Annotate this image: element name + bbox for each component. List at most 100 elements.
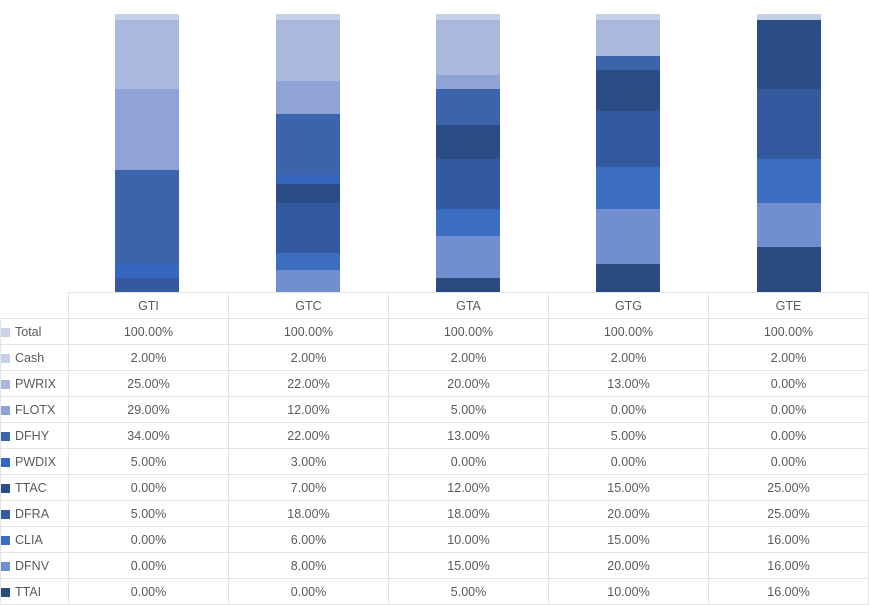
table-cell-ttac-gtg: 15.00% — [548, 474, 709, 501]
bar-slot-gtc — [227, 0, 387, 292]
legend-label: DFHY — [15, 428, 50, 443]
bar-segment-ttac — [756, 19, 821, 90]
table-cell-dfhy-gtc: 22.00% — [228, 422, 389, 449]
table-cell-ttai-gti: 0.00% — [68, 578, 229, 605]
table-cell-pwrix-gta: 20.00% — [388, 370, 549, 397]
table-column-header-gte: GTE — [708, 292, 869, 319]
bar-segment-dfnv — [275, 269, 340, 292]
legend-label: TTAC — [15, 480, 47, 495]
bar-gta[interactable] — [436, 14, 501, 292]
legend-cell-flotx: FLOTX — [0, 396, 69, 423]
table-row: DFNV 0.00% 8.00% 15.00% 20.00% 16.00% — [0, 552, 869, 579]
bar-segment-dfra — [436, 158, 501, 209]
table-cell-dfra-gti: 5.00% — [68, 500, 229, 527]
table-cell-dfnv-gtc: 8.00% — [228, 552, 389, 579]
table-cell-ttac-gti: 0.00% — [68, 474, 229, 501]
table-cell-dfhy-gtg: 5.00% — [548, 422, 709, 449]
table-cell-pwrix-gte: 0.00% — [708, 370, 869, 397]
table-row: FLOTX 29.00% 12.00% 5.00% 0.00% 0.00% — [0, 396, 869, 423]
legend-swatch-icon — [1, 431, 10, 441]
legend-cell-pwrix: PWRIX — [0, 370, 69, 397]
bar-segment-ttac — [596, 69, 661, 112]
table-cell-dfnv-gta: 15.00% — [388, 552, 549, 579]
legend-swatch-icon — [1, 561, 10, 571]
bar-segment-dfnv — [756, 203, 821, 248]
table-column-header-gta: GTA — [388, 292, 549, 319]
legend-cell-ttac: TTAC — [0, 474, 69, 501]
table-cell-pwdix-gti: 5.00% — [68, 448, 229, 475]
legend-cell-total: Total — [0, 318, 69, 345]
bar-segment-dfnv — [436, 236, 501, 279]
table-cell-ttac-gtc: 7.00% — [228, 474, 389, 501]
table-cell-dfra-gtg: 20.00% — [548, 500, 709, 527]
table-row: Cash 2.00% 2.00% 2.00% 2.00% 2.00% — [0, 344, 869, 371]
bar-segment-ttai — [596, 264, 661, 292]
table-cell-clia-gtg: 15.00% — [548, 526, 709, 553]
bar-gtg[interactable] — [596, 14, 661, 292]
bar-gte[interactable] — [756, 14, 821, 292]
table-row: CLIA 0.00% 6.00% 10.00% 15.00% 16.00% — [0, 526, 869, 553]
table-cell-cash-gtg: 2.00% — [548, 344, 709, 371]
legend-cell-dfnv: DFNV — [0, 552, 69, 579]
table-cell-dfra-gte: 25.00% — [708, 500, 869, 527]
table-corner-cell — [1, 293, 69, 319]
table-cell-total-gti: 100.00% — [68, 318, 229, 345]
legend-label: FLOTX — [15, 402, 56, 417]
bar-segment-pwdix — [275, 175, 340, 184]
legend-cell-dfhy: DFHY — [0, 422, 69, 449]
table-cell-pwdix-gta: 0.00% — [388, 448, 549, 475]
legend-swatch-icon — [1, 353, 10, 363]
legend-label: PWRIX — [15, 376, 56, 391]
table-cell-dfhy-gte: 0.00% — [708, 422, 869, 449]
table-row: Total 100.00% 100.00% 100.00% 100.00% 100.00% — [0, 318, 869, 345]
legend-swatch-icon — [1, 587, 10, 597]
legend-swatch-icon — [1, 457, 10, 467]
bar-segment-flotx — [275, 80, 340, 115]
table-cell-dfnv-gtg: 20.00% — [548, 552, 709, 579]
bar-slot-gta — [388, 0, 548, 292]
bar-segment-dfra — [756, 89, 821, 159]
table-cell-flotx-gtg: 0.00% — [548, 396, 709, 423]
bar-segment-flotx — [115, 89, 180, 170]
chart-with-data-table: GTI GTC GTA GTG GTE Total 100.00% 100.00% 100.0… — [0, 0, 869, 605]
table-row: DFHY 34.00% 22.00% 13.00% 5.00% 0.00% — [0, 422, 869, 449]
table-row: PWRIX 25.00% 22.00% 20.00% 13.00% 0.00% — [0, 370, 869, 397]
table-cell-pwrix-gti: 25.00% — [68, 370, 229, 397]
table-column-header-gtc: GTC — [228, 292, 389, 319]
table-header-row: GTI GTC GTA GTG GTE — [1, 292, 869, 319]
table-cell-dfra-gtc: 18.00% — [228, 500, 389, 527]
table-column-header-gti: GTI — [68, 292, 229, 319]
table-cell-total-gtc: 100.00% — [228, 318, 389, 345]
table-cell-dfra-gta: 18.00% — [388, 500, 549, 527]
bar-segment-dfra — [275, 203, 340, 254]
bar-segment-pwdix — [115, 264, 180, 279]
bar-gti[interactable] — [115, 14, 180, 292]
table-cell-clia-gta: 10.00% — [388, 526, 549, 553]
table-column-header-gtg: GTG — [548, 292, 709, 319]
bar-segment-clia — [436, 208, 501, 237]
table-cell-ttai-gtg: 10.00% — [548, 578, 709, 605]
legend-label: Cash — [15, 350, 45, 365]
bar-segment-pwrix — [436, 19, 501, 76]
stacked-bar-chart — [0, 0, 869, 292]
table-cell-dfhy-gta: 13.00% — [388, 422, 549, 449]
table-cell-flotx-gte: 0.00% — [708, 396, 869, 423]
table-cell-flotx-gta: 5.00% — [388, 396, 549, 423]
table-cell-ttac-gte: 25.00% — [708, 474, 869, 501]
bar-slot-gti — [67, 0, 227, 292]
data-table-wrapper: GTI GTC GTA GTG GTE Total 100.00% 100.00% 100.0… — [0, 292, 869, 605]
table-cell-cash-gtc: 2.00% — [228, 344, 389, 371]
legend-label: PWDIX — [15, 454, 56, 469]
bar-segment-ttai — [756, 247, 821, 292]
table-cell-pwdix-gte: 0.00% — [708, 448, 869, 475]
bar-segment-ttac — [275, 183, 340, 203]
table-row: PWDIX 5.00% 3.00% 0.00% 0.00% 0.00% — [0, 448, 869, 475]
bar-gtc[interactable] — [275, 14, 340, 292]
table-cell-pwdix-gtc: 3.00% — [228, 448, 389, 475]
bar-segment-ttai — [436, 278, 501, 292]
bar-segment-dfra — [115, 278, 180, 292]
legend-cell-pwdix: PWDIX — [0, 448, 69, 475]
bar-segment-flotx — [436, 75, 501, 90]
table-cell-ttac-gta: 12.00% — [388, 474, 549, 501]
bar-slot-gtg — [548, 0, 708, 292]
